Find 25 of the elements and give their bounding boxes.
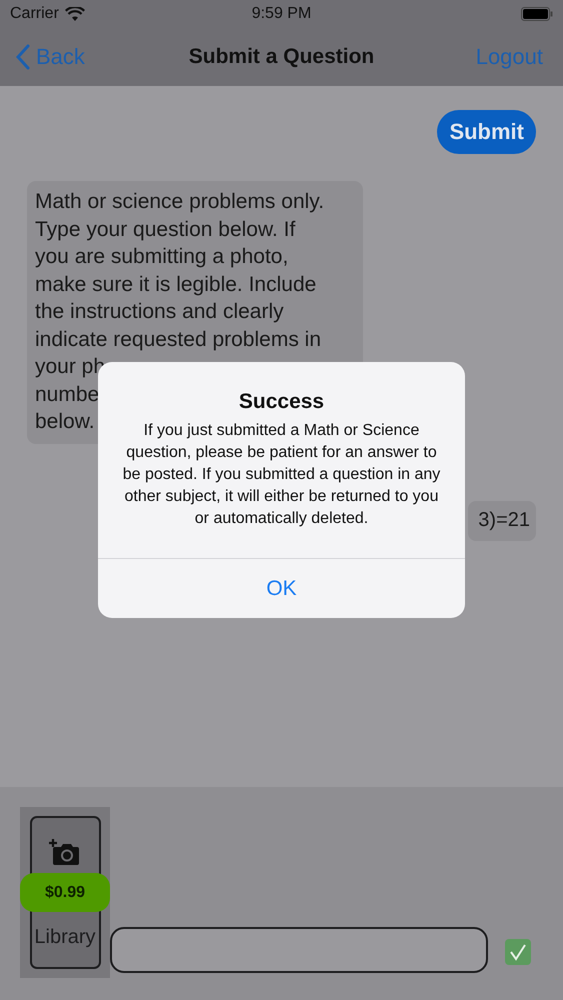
screen-title: Submit a Question — [188, 45, 374, 68]
submit-button[interactable]: Submit — [437, 110, 536, 154]
instruction-line: make sure it is legible. Include — [35, 272, 316, 298]
answer-text: 3)=21 — [468, 500, 536, 540]
alert-title: Success — [238, 390, 326, 414]
ok-button[interactable]: OK — [98, 558, 465, 618]
add-camera-icon — [49, 838, 81, 866]
instruction-line: numbe — [35, 382, 100, 408]
instruction-line: the instructions and clearly — [35, 299, 284, 325]
text-input-field[interactable] — [110, 927, 488, 973]
checked-checkbox[interactable] — [505, 939, 531, 965]
carrier-name: Carrier — [10, 5, 59, 23]
clock-time: 9:59 PM — [252, 5, 312, 22]
wifi-icon — [64, 6, 85, 22]
battery-icon — [521, 7, 553, 21]
chevron-left-icon — [16, 44, 30, 70]
instruction-line: below. — [35, 409, 95, 435]
instruction-line: indicate requested problems in — [35, 326, 322, 352]
alert-message: If you just submitted a Math or Science question, please be patient for an answer to be posted. If you submitted a question in any other subject, it will either be returned to you or automatically deleted. — [122, 421, 442, 529]
library-label: Library — [34, 926, 96, 949]
instruction-line: you are submitting a photo, — [35, 244, 288, 270]
instruction-line: Math or science problems only. — [35, 189, 324, 215]
price-tag: $0.99 — [20, 873, 110, 912]
instruction-line: Type your question below. If — [35, 216, 296, 242]
library-button[interactable]: Library $0.99 — [20, 807, 110, 978]
